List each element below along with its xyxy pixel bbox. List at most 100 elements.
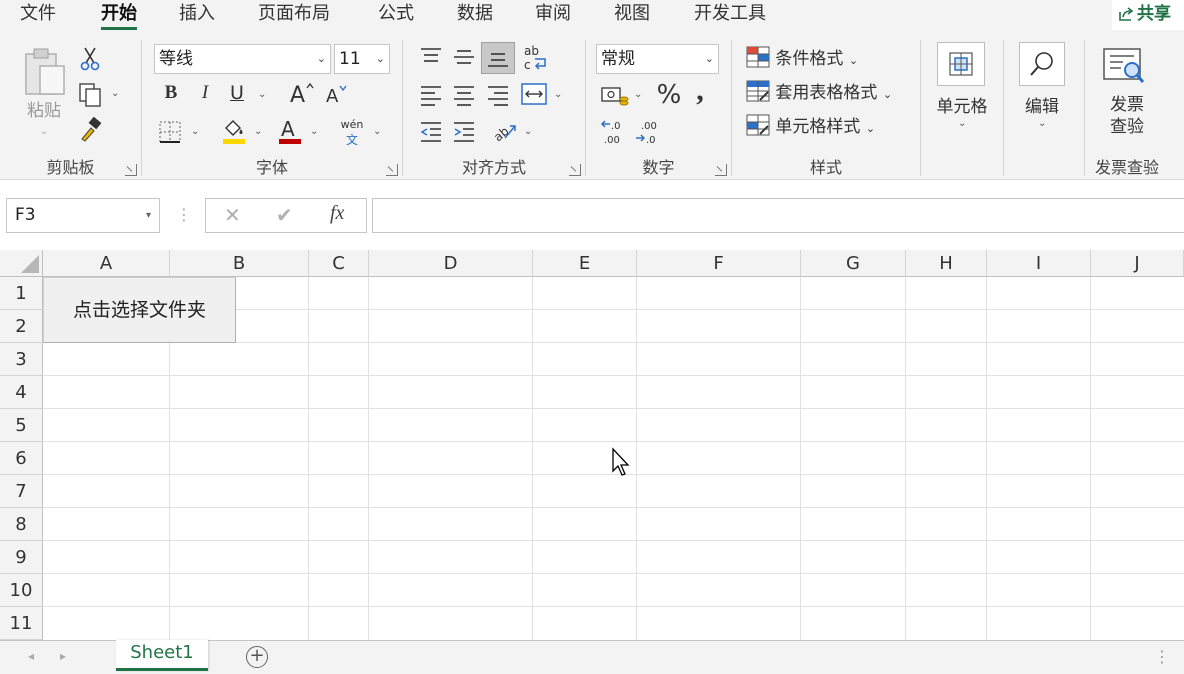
merge-center-button[interactable]	[520, 82, 548, 110]
increase-decimal-button[interactable]: .0 .00	[600, 118, 628, 150]
scroll-right-icon[interactable]: ▸	[60, 649, 66, 663]
row-header-4[interactable]: 4	[0, 376, 43, 409]
column-header-h[interactable]: H	[906, 250, 987, 277]
tab-insert[interactable]: 插入	[179, 0, 215, 30]
font-color-dropdown-icon[interactable]: ⌄	[310, 126, 318, 137]
borders-dropdown-icon[interactable]: ⌄	[191, 126, 199, 137]
row-header-10[interactable]: 10	[0, 574, 43, 607]
more-options-icon[interactable]: ⋮	[1154, 647, 1170, 666]
number-launcher-icon[interactable]	[715, 164, 727, 176]
name-box[interactable]: F3 ▾	[6, 198, 160, 233]
fill-color-dropdown-icon[interactable]: ⌄	[254, 126, 262, 137]
align-left-button[interactable]	[419, 84, 443, 110]
editing-button[interactable]	[1019, 42, 1065, 86]
decrease-indent-button[interactable]	[419, 120, 443, 146]
table-format-button[interactable]: 套用表格格式 ⌄	[746, 78, 892, 103]
column-header-f[interactable]: F	[637, 250, 801, 277]
cells-button[interactable]	[937, 42, 985, 86]
share-button[interactable]: 共享	[1112, 0, 1184, 30]
copy-button[interactable]	[78, 82, 106, 112]
align-bottom-button[interactable]	[481, 42, 515, 74]
paste-dropdown-icon[interactable]: ⌄	[40, 126, 48, 137]
tab-developer[interactable]: 开发工具	[694, 0, 766, 30]
sheet-tab-sheet1[interactable]: Sheet1	[116, 640, 208, 671]
conditional-format-button[interactable]: 条件格式 ⌄	[746, 44, 858, 69]
row-header-5[interactable]: 5	[0, 409, 43, 442]
cells-dropdown-icon[interactable]: ⌄	[958, 118, 966, 129]
font-launcher-icon[interactable]	[386, 164, 398, 176]
orientation-dropdown-icon[interactable]: ⌄	[524, 126, 532, 137]
underline-dropdown-icon[interactable]: ⌄	[258, 89, 266, 100]
number-format-select[interactable]: 常规 ⌄	[596, 44, 719, 74]
row-header-6[interactable]: 6	[0, 442, 43, 475]
increase-font-button[interactable]: A	[288, 80, 316, 110]
accounting-format-button[interactable]	[600, 84, 630, 112]
accounting-dropdown-icon[interactable]: ⌄	[634, 89, 642, 100]
merge-dropdown-icon[interactable]: ⌄	[554, 89, 562, 100]
row-header-1[interactable]: 1	[0, 277, 43, 310]
orientation-button[interactable]: ab	[491, 118, 519, 148]
align-right-button[interactable]	[486, 84, 510, 110]
row-header-11[interactable]: 11	[0, 607, 43, 640]
enter-icon[interactable]: ✔	[276, 203, 293, 227]
cut-button[interactable]	[78, 46, 102, 76]
font-color-button[interactable]: A	[276, 116, 304, 150]
column-header-e[interactable]: E	[533, 250, 637, 277]
cancel-icon[interactable]: ✕	[224, 203, 241, 227]
row-header-8[interactable]: 8	[0, 508, 43, 541]
font-size-select[interactable]: 11 ⌄	[334, 44, 390, 74]
decrease-decimal-button[interactable]: .00 .0	[634, 118, 662, 150]
phonetic-bottom[interactable]: 文	[338, 131, 366, 148]
tab-data[interactable]: 数据	[457, 0, 493, 30]
borders-button[interactable]	[158, 120, 182, 148]
copy-dropdown-icon[interactable]: ⌄	[111, 88, 119, 99]
fill-color-button[interactable]	[220, 116, 248, 150]
formula-input[interactable]	[372, 198, 1184, 233]
column-header-g[interactable]: G	[801, 250, 906, 277]
format-painter-button[interactable]	[78, 116, 104, 147]
column-header-c[interactable]: C	[309, 250, 369, 277]
tab-home[interactable]: 开始	[101, 0, 137, 30]
column-header-a[interactable]: A	[43, 250, 170, 277]
insert-function-icon[interactable]: fx	[330, 202, 344, 225]
align-center-button[interactable]	[452, 84, 476, 110]
font-name-select[interactable]: 等线 ⌄	[154, 44, 331, 74]
decrease-font-button[interactable]: A	[324, 82, 350, 110]
row-header-9[interactable]: 9	[0, 541, 43, 574]
bold-button[interactable]: B	[160, 82, 182, 104]
select-folder-button[interactable]: 点击选择文件夹	[43, 277, 236, 343]
percent-button[interactable]: %	[654, 80, 684, 110]
editing-dropdown-icon[interactable]: ⌄	[1038, 118, 1046, 129]
comma-button[interactable]: ,	[690, 74, 710, 108]
align-middle-button[interactable]	[452, 46, 476, 72]
tab-page-layout[interactable]: 页面布局	[258, 0, 330, 30]
paste-button[interactable]	[22, 46, 68, 102]
column-header-j[interactable]: J	[1091, 250, 1184, 277]
column-header-b[interactable]: B	[170, 250, 309, 277]
clipboard-launcher-icon[interactable]	[125, 164, 137, 176]
align-top-button[interactable]	[419, 46, 443, 72]
wrap-text-button[interactable]: ab c	[523, 44, 549, 76]
underline-button[interactable]: U	[226, 82, 248, 104]
row-header-7[interactable]: 7	[0, 475, 43, 508]
phonetic-dropdown-icon[interactable]: ⌄	[373, 126, 381, 137]
add-sheet-icon[interactable]: +	[246, 646, 268, 668]
column-header-d[interactable]: D	[369, 250, 533, 277]
row-header-2[interactable]: 2	[0, 310, 43, 343]
column-header-i[interactable]: I	[987, 250, 1091, 277]
increase-indent-button[interactable]	[452, 120, 476, 146]
tab-review[interactable]: 审阅	[535, 0, 571, 30]
row-header-3[interactable]: 3	[0, 343, 43, 376]
formula-bar: F3 ▾ ⋮ ✕ ✔ fx	[0, 181, 1184, 250]
tab-view[interactable]: 视图	[614, 0, 650, 30]
scroll-left-icon[interactable]: ◂	[28, 649, 34, 663]
alignment-launcher-icon[interactable]	[569, 164, 581, 176]
invoice-check-button[interactable]	[1101, 46, 1149, 90]
italic-button[interactable]: I	[194, 82, 216, 104]
cell-styles-button[interactable]: 单元格样式 ⌄	[746, 112, 875, 137]
formula-bar-splitter[interactable]: ⋮	[176, 205, 192, 224]
phonetic-top[interactable]: wén	[338, 118, 366, 131]
tab-formulas[interactable]: 公式	[378, 0, 414, 30]
select-all-corner[interactable]	[0, 250, 43, 277]
tab-file[interactable]: 文件	[20, 0, 56, 30]
